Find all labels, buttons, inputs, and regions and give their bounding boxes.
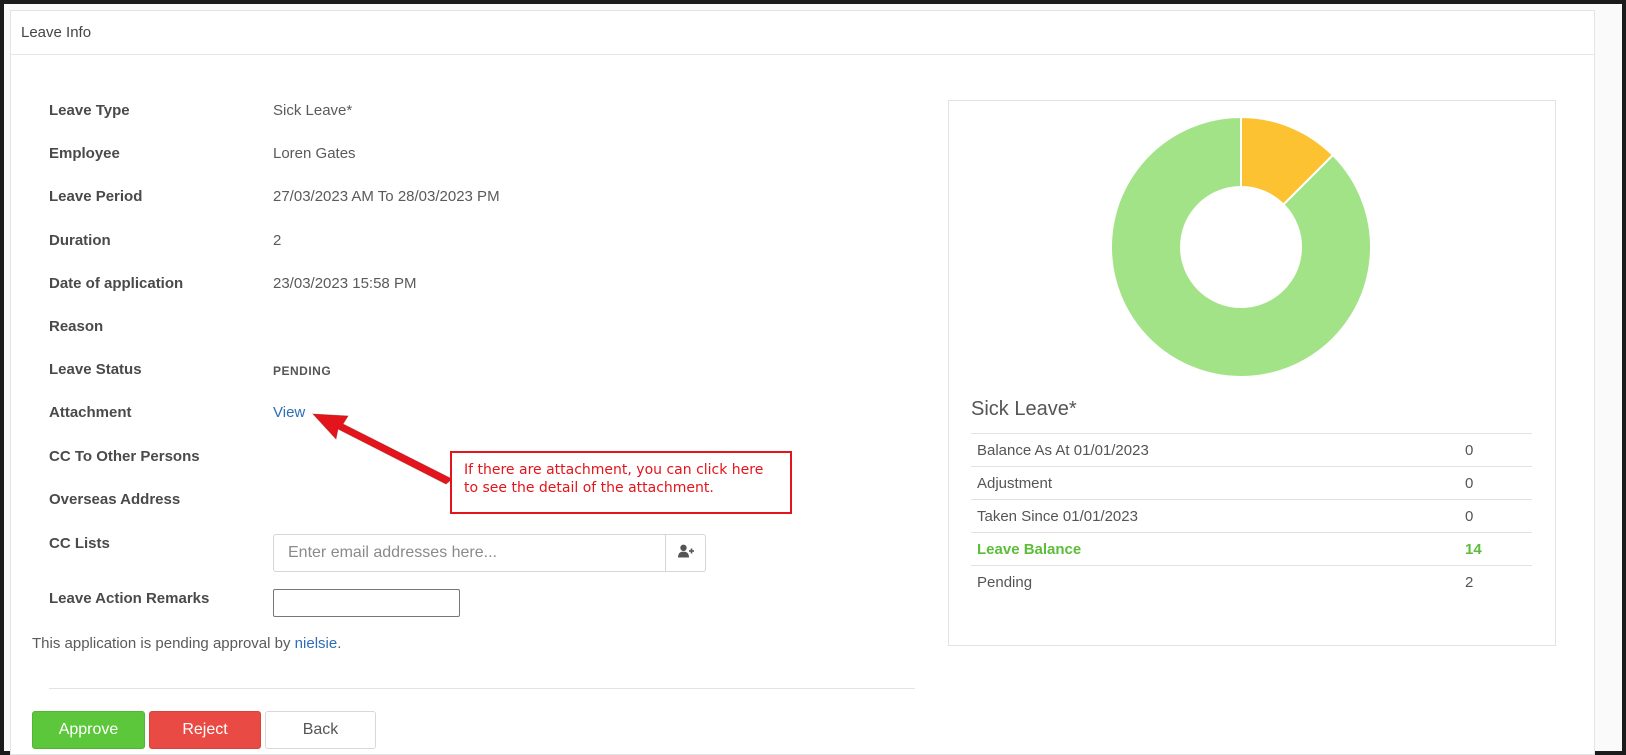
balance-row-value: 0 [1465,441,1474,459]
leave-period-value: 27/03/2023 AM To 28/03/2023 PM [273,188,500,205]
donut-slice-leave-balance [1110,116,1372,378]
balance-row-label: Balance As At 01/01/2023 [977,441,1149,459]
add-user-icon [677,544,694,563]
reason-label: Reason [49,318,104,335]
pending-note-prefix: This application is pending approval by [32,635,295,652]
employee-value: Loren Gates [273,145,356,162]
leave-type-label: Leave Type [49,102,130,119]
balance-row: Leave Balance 14 [971,532,1532,565]
approve-button[interactable]: Approve [32,711,145,749]
balance-row: Balance As At 01/01/2023 0 [971,433,1532,466]
annotation-callout: If there are attachment, you can click h… [450,451,792,514]
leave-balance-table: Balance As At 01/01/2023 0 Adjustment 0 … [971,433,1532,598]
balance-row-label: Leave Balance [977,540,1082,558]
balance-row-value: 14 [1465,540,1482,558]
approver-link[interactable]: nielsie [295,635,338,652]
balance-row: Pending 2 [971,565,1532,598]
annotation-arrow [312,413,453,485]
panel-heading: Leave Info [11,11,1594,55]
balance-row-label: Taken Since 01/01/2023 [977,507,1138,525]
balance-row-label: Adjustment [977,474,1053,492]
date-of-application-label: Date of application [49,275,184,292]
add-recipient-button[interactable] [666,534,706,572]
balance-row-label: Pending [977,573,1033,591]
employee-label: Employee [49,145,120,162]
pending-note-suffix: . [337,635,342,652]
attachment-label: Attachment [49,404,132,421]
balance-row-value: 0 [1465,507,1474,525]
balance-row: Taken Since 01/01/2023 0 [971,499,1532,532]
overseas-address-label: Overseas Address [49,491,181,508]
leave-action-remarks-input[interactable] [273,589,460,617]
reject-button[interactable]: Reject [149,711,261,749]
divider [49,688,915,689]
duration-value: 2 [273,232,282,249]
back-button[interactable]: Back [265,711,376,749]
duration-label: Duration [49,232,111,249]
date-of-application-value: 23/03/2023 15:58 PM [273,275,417,292]
leave-status-label: Leave Status [49,361,142,378]
cc-to-other-persons-label: CC To Other Persons [49,448,200,465]
cc-email-input[interactable] [273,534,666,572]
cc-lists-label: CC Lists [49,535,110,552]
pending-approval-note: This application is pending approval by … [32,635,341,652]
leave-type-value: Sick Leave* [273,102,353,119]
cc-lists-group [273,534,706,572]
chart-leave-type-title: Sick Leave* [971,398,1077,420]
leave-action-remarks-label: Leave Action Remarks [49,590,210,607]
leave-donut-chart [1110,116,1372,378]
balance-row-value: 0 [1465,474,1474,492]
leave-period-label: Leave Period [49,188,143,205]
balance-row-value: 2 [1465,573,1474,591]
leave-status-value: PENDING [273,364,332,378]
balance-row: Adjustment 0 [971,466,1532,499]
